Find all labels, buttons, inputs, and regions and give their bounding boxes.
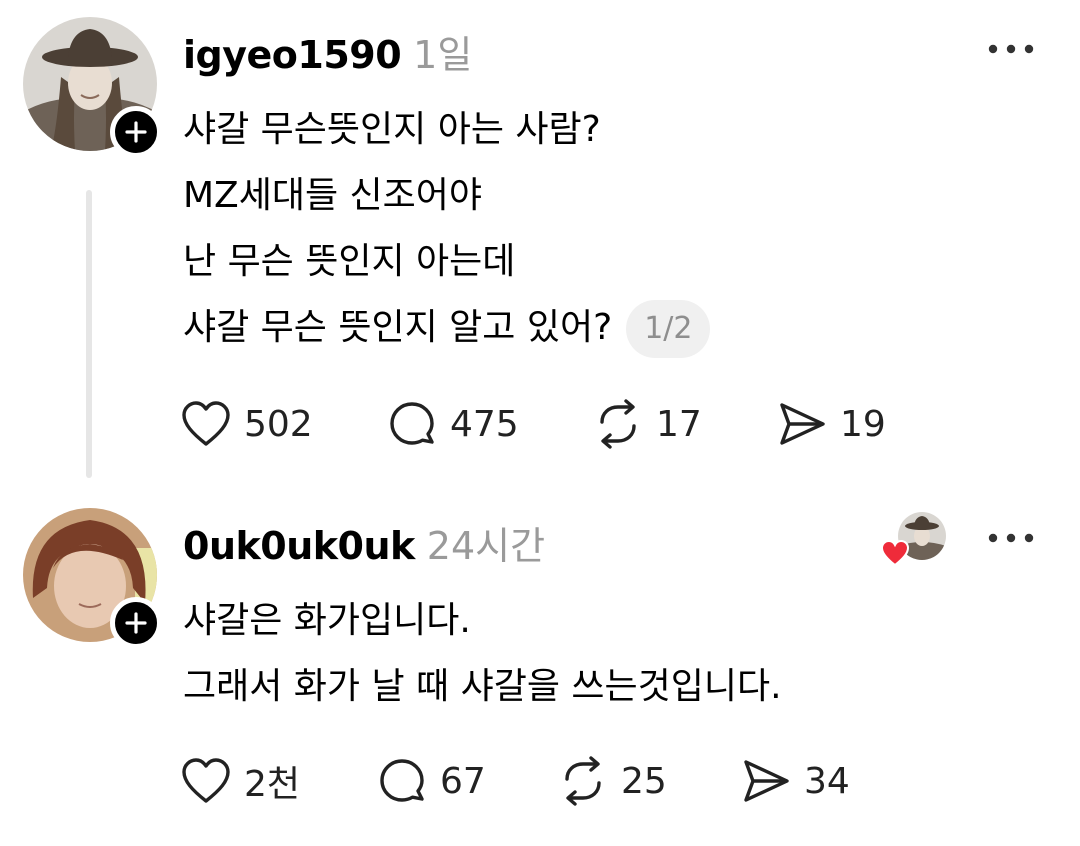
action-bar: 502 475 17 19 [180, 396, 940, 452]
share-count: 19 [840, 403, 886, 445]
post-header: igyeo1590 1일 [183, 24, 472, 79]
like-button[interactable]: 2천 [180, 753, 300, 809]
repost-icon [600, 399, 636, 449]
body-line-text: 샤갈 무슨 뜻인지 알고 있어? [183, 307, 613, 348]
username[interactable]: 0uk0uk0uk [183, 524, 415, 568]
share-button[interactable]: 34 [740, 753, 850, 809]
like-count: 502 [244, 403, 313, 445]
like-button[interactable]: 502 [180, 396, 313, 452]
page-indicator[interactable]: 1/2 [626, 300, 711, 358]
share-count: 34 [804, 760, 850, 802]
more-icon[interactable] [985, 528, 1037, 548]
heart-icon [182, 401, 230, 446]
share-button[interactable]: 19 [776, 396, 886, 452]
comment-icon [380, 759, 424, 802]
thread-line [86, 190, 92, 478]
share-icon [744, 760, 789, 802]
plus-icon [125, 612, 147, 634]
username[interactable]: igyeo1590 [183, 33, 402, 77]
body-line: 샤갈은 화가입니다. [183, 600, 471, 641]
post-body: 샤갈은 화가입니다. 그래서 화가 날 때 샤갈을 쓰는것입니다. [183, 588, 782, 720]
body-line: 난 무슨 뜻인지 아는데 [183, 241, 516, 282]
comment-icon [390, 402, 434, 445]
reply-count: 67 [440, 760, 486, 802]
action-bar: 2천 67 25 34 [180, 753, 940, 809]
post-body: 샤갈 무슨뜻인지 아는 사람? MZ세대들 신조어야 난 무슨 뜻인지 아는데 … [183, 97, 711, 361]
follow-button[interactable] [110, 106, 162, 158]
reply-count: 475 [450, 403, 519, 445]
timestamp: 1일 [413, 33, 473, 77]
repost-button[interactable]: 25 [557, 753, 667, 809]
like-count: 2천 [244, 764, 301, 805]
heart-icon [182, 758, 230, 803]
reply-button[interactable]: 67 [376, 753, 486, 809]
heart-liked-icon [880, 539, 910, 567]
body-line-last: 샤갈 무슨 뜻인지 알고 있어? 1/2 [183, 295, 711, 361]
repost-count: 25 [621, 760, 667, 802]
repost-button[interactable]: 17 [592, 396, 702, 452]
share-icon [780, 403, 825, 445]
timestamp: 24시간 [426, 524, 546, 568]
follow-button[interactable] [110, 597, 162, 649]
repost-count: 17 [656, 403, 702, 445]
repost-icon [565, 756, 601, 806]
reply-button[interactable]: 475 [386, 396, 519, 452]
plus-icon [125, 121, 147, 143]
body-line: 그래서 화가 날 때 샤갈을 쓰는것입니다. [183, 666, 782, 707]
post-header: 0uk0uk0uk 24시간 [183, 515, 545, 570]
liked-by-author [880, 512, 950, 570]
body-line: MZ세대들 신조어야 [183, 175, 483, 216]
more-icon[interactable] [985, 39, 1037, 59]
body-line: 샤갈 무슨뜻인지 아는 사람? [183, 109, 601, 150]
